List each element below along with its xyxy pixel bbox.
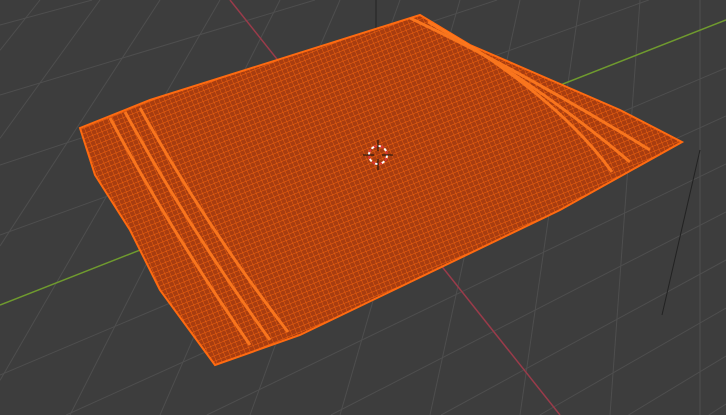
viewport-canvas[interactable] [0,0,726,415]
3d-viewport[interactable] [0,0,726,415]
